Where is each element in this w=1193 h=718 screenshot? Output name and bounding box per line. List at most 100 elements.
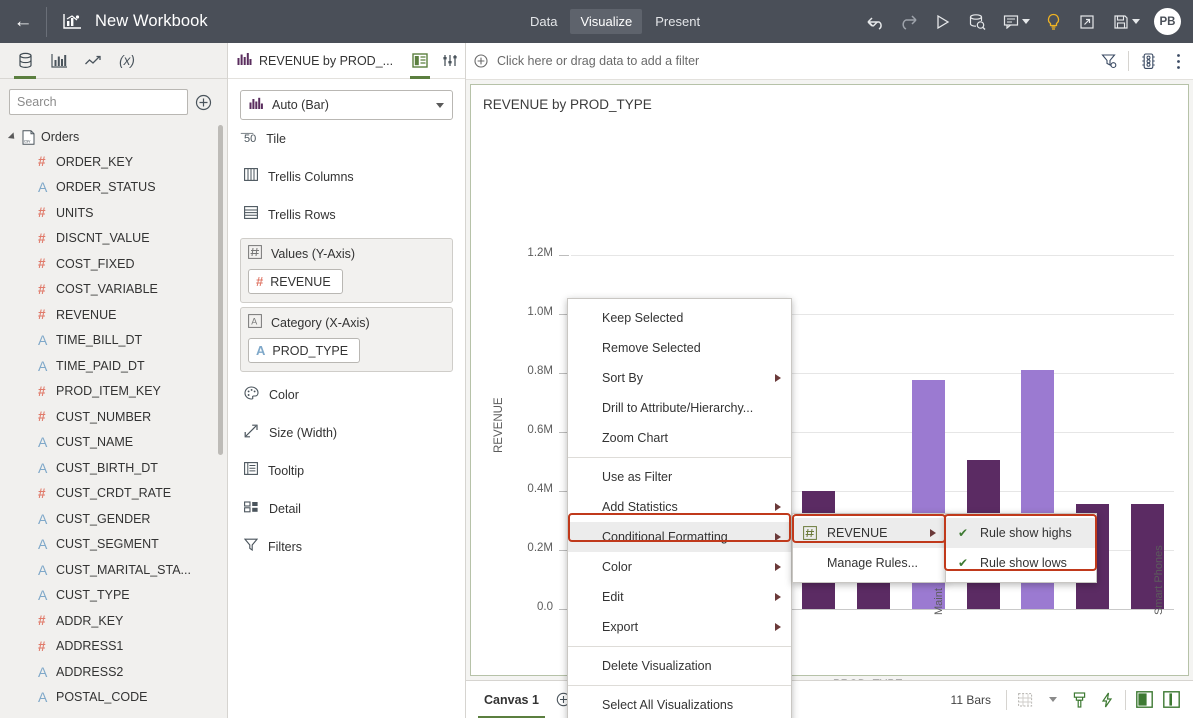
field-item[interactable]: A CUST_TYPE	[0, 583, 227, 609]
chart-type-select[interactable]: Auto (Bar)	[240, 90, 453, 120]
field-item[interactable]: # REVENUE	[0, 302, 227, 328]
nav-tab-visualize[interactable]: Visualize	[570, 9, 643, 34]
expand-triangle-icon[interactable]	[7, 132, 18, 142]
brush-icon[interactable]	[1066, 681, 1093, 718]
field-item[interactable]: # ADDRESS1	[0, 634, 227, 660]
menu-item[interactable]: Use as Filter	[568, 462, 791, 492]
field-item[interactable]: A TIME_PAID_DT	[0, 353, 227, 379]
menu-item[interactable]: Sort By	[568, 363, 791, 393]
nav-tab-data[interactable]: Data	[520, 9, 567, 34]
calculations-tab[interactable]: (x)	[110, 43, 144, 79]
visualizations-tab[interactable]	[42, 43, 76, 79]
menu-item[interactable]: Color	[568, 552, 791, 582]
shelf-tooltip[interactable]: Tooltip	[240, 452, 453, 490]
field-item[interactable]: # ADDR_KEY	[0, 608, 227, 634]
shelf-filters[interactable]: Filters	[240, 528, 453, 566]
undo-icon[interactable]	[858, 0, 892, 43]
chevron-down-icon[interactable]	[1022, 19, 1030, 24]
shelf-trellis-columns[interactable]: Trellis Columns	[240, 158, 453, 196]
x-axis-tick-label: Smart Phones	[1152, 545, 1165, 615]
panel-right-icon[interactable]	[1131, 681, 1158, 718]
menu-item[interactable]: ✔ Rule show lows	[946, 548, 1096, 578]
pill-prod-type[interactable]: A PROD_TYPE	[248, 338, 361, 363]
field-item[interactable]: # ORDER_KEY	[0, 149, 227, 175]
analytics-tab[interactable]	[76, 43, 110, 79]
field-item[interactable]: # UNITS	[0, 200, 227, 226]
canvas-tab-1[interactable]: Canvas 1	[474, 681, 549, 718]
lightning-icon[interactable]	[1093, 681, 1120, 718]
field-item[interactable]: A CUST_SEGMENT	[0, 532, 227, 558]
field-item[interactable]: A POSTAL_CODE	[0, 685, 227, 711]
pill-revenue[interactable]: # REVENUE	[248, 269, 343, 294]
redo-icon[interactable]	[892, 0, 926, 43]
add-dataset-icon[interactable]	[188, 89, 218, 115]
menu-item[interactable]: Keep Selected	[568, 303, 791, 333]
menu-item[interactable]: Remove Selected	[568, 333, 791, 363]
properties-panel-icon[interactable]	[435, 43, 465, 79]
menu-item[interactable]: REVENUE	[793, 518, 946, 548]
chevron-down-icon[interactable]	[436, 102, 444, 108]
filter-bar[interactable]: Click here or drag data to add a filter	[466, 43, 1193, 80]
field-item[interactable]: A ADDRESS2	[0, 659, 227, 685]
shelf-trellis-rows[interactable]: Trellis Rows	[240, 196, 453, 234]
shelf-values-y-axis[interactable]: Values (Y-Axis) # REVENUE	[240, 238, 453, 303]
menu-item[interactable]: Drill to Attribute/Hierarchy...	[568, 393, 791, 423]
run-icon[interactable]	[926, 0, 960, 43]
field-item[interactable]: A ORDER_STATUS	[0, 175, 227, 201]
conditional-formatting-submenu[interactable]: REVENUE Manage Rules...	[792, 513, 947, 583]
field-item[interactable]: A CUST_MARITAL_STA...	[0, 557, 227, 583]
field-item[interactable]: A TIME_BILL_DT	[0, 328, 227, 354]
nav-tab-present[interactable]: Present	[645, 9, 710, 34]
field-item[interactable]: # PROD_ITEM_KEY	[0, 379, 227, 405]
grid-layout-icon[interactable]	[1012, 681, 1039, 718]
shelf-detail[interactable]: Detail	[240, 490, 453, 528]
grammar-panel-icon[interactable]	[405, 43, 435, 79]
field-item[interactable]: A CUST_BIRTH_DT	[0, 455, 227, 481]
shelf-size-width[interactable]: Size (Width)	[240, 414, 453, 452]
chevron-down-icon[interactable]	[1039, 681, 1066, 718]
data-refresh-icon[interactable]	[960, 0, 994, 43]
viz-tab-title[interactable]: REVENUE by PROD_...	[237, 52, 405, 69]
insights-bulb-icon[interactable]	[1036, 0, 1070, 43]
field-item[interactable]: # DISCNT_VALUE	[0, 226, 227, 252]
tooltip-icon	[244, 462, 258, 480]
data-source-tab[interactable]	[8, 43, 42, 79]
menu-item[interactable]: Manage Rules...	[793, 548, 946, 578]
number-icon: #	[38, 205, 46, 221]
field-label: ADDRESS2	[56, 664, 124, 679]
menu-item[interactable]: Zoom Chart	[568, 423, 791, 453]
menu-item[interactable]: Conditional Formatting	[568, 522, 791, 552]
field-item[interactable]: A CUST_GENDER	[0, 506, 227, 532]
shelf-category-x-axis[interactable]: A Category (X-Axis) A PROD_TYPE	[240, 307, 453, 372]
field-item[interactable]: A CUST_NAME	[0, 430, 227, 456]
dataset-node-orders[interactable]: csv Orders	[0, 125, 227, 149]
field-item[interactable]: # CUST_CRDT_RATE	[0, 481, 227, 507]
chevron-down-icon[interactable]	[1132, 19, 1140, 24]
menu-item[interactable]: Export	[568, 612, 791, 642]
scrollbar[interactable]	[218, 125, 223, 455]
share-export-icon[interactable]	[1070, 0, 1104, 43]
search-input[interactable]	[9, 89, 188, 115]
filter-icon[interactable]	[1094, 43, 1124, 80]
rules-submenu[interactable]: ✔ Rule show highs ✔ Rule show lows	[945, 513, 1097, 583]
back-arrow-icon[interactable]: ←	[0, 0, 46, 43]
menu-item[interactable]: Add Statistics	[568, 492, 791, 522]
shelf-tile[interactable]: ̅5̅0 Tile	[240, 120, 453, 158]
avatar[interactable]: PB	[1154, 8, 1181, 35]
field-item[interactable]: # CUST_NUMBER	[0, 404, 227, 430]
menu-item[interactable]: Delete Visualization	[568, 651, 791, 681]
panel-left-icon[interactable]	[1158, 681, 1185, 718]
field-item[interactable]: # COST_FIXED	[0, 251, 227, 277]
menu-item[interactable]: ✔ Rule show highs	[946, 518, 1096, 548]
shelf-color[interactable]: Color	[240, 376, 453, 414]
text-icon: A	[256, 343, 266, 358]
menu-item[interactable]: Select All Visualizations	[568, 690, 791, 718]
plus-circle-icon[interactable]	[474, 54, 488, 68]
menu-item[interactable]: Edit	[568, 582, 791, 612]
more-vertical-icon[interactable]	[1163, 43, 1193, 80]
context-menu[interactable]: Keep Selected Remove Selected Sort By Drill…	[567, 298, 792, 718]
shelf-label: Tile	[266, 132, 286, 146]
field-item[interactable]: # COST_VARIABLE	[0, 277, 227, 303]
traffic-light-icon[interactable]	[1133, 43, 1163, 80]
resize-icon	[244, 424, 259, 443]
